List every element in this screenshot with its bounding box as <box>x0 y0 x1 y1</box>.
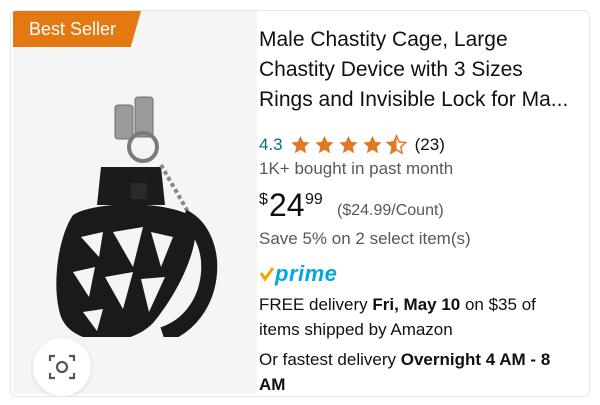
price-fraction: 99 <box>305 191 323 208</box>
product-title[interactable]: Male Chastity Cage, Large Chastity Devic… <box>259 25 577 115</box>
best-seller-label: Best Seller <box>29 19 117 39</box>
price-symbol: $ <box>259 191 268 208</box>
prime-badge: prime <box>259 261 337 287</box>
price-whole: 24 <box>269 187 305 223</box>
visual-search-button[interactable] <box>33 338 91 396</box>
prime-label: prime <box>275 261 338 286</box>
unit-price: ($24.99/Count) <box>337 202 444 219</box>
prime-check-icon <box>259 267 275 282</box>
star-icon <box>290 135 310 154</box>
rating-row[interactable]: 4.3 (23) <box>259 133 445 157</box>
bought-count: 1K+ bought in past month <box>259 159 454 178</box>
best-seller-badge: Best Seller <box>13 11 141 47</box>
product-image-pane[interactable]: Best Seller <box>13 11 257 396</box>
half-star-icon <box>385 134 408 155</box>
rating-value: 4.3 <box>259 135 283 154</box>
star-rating[interactable] <box>289 134 409 156</box>
review-count[interactable]: (23) <box>415 135 445 155</box>
fastest-prefix: Or fastest delivery <box>259 350 401 369</box>
delivery-info: FREE delivery Fri, May 10 on $35 of item… <box>259 292 579 342</box>
camera-lens-icon <box>48 354 76 380</box>
delivery-prefix: FREE delivery <box>259 295 373 314</box>
product-card[interactable]: Best Seller Male Chastity Cage, Large Ch… <box>10 10 590 397</box>
star-icon <box>338 135 358 154</box>
star-icon <box>314 135 334 154</box>
fastest-delivery-info: Or fastest delivery Overnight 4 AM - 8 A… <box>259 347 579 396</box>
delivery-date: Fri, May 10 <box>372 295 461 314</box>
star-icon <box>362 135 382 154</box>
product-image[interactable] <box>33 87 233 337</box>
save-offer: Save 5% on 2 select item(s) <box>259 229 471 248</box>
